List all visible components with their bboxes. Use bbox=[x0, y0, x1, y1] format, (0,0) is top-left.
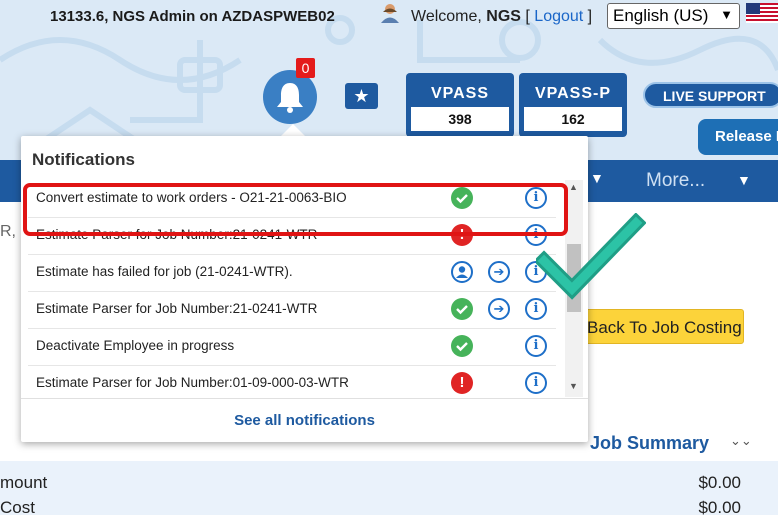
welcome-text: Welcome, NGS [ Logout ] bbox=[411, 8, 592, 26]
bell-icon bbox=[277, 83, 303, 113]
notification-text: Estimate Parser for Job Number:01-09-000… bbox=[36, 375, 349, 390]
vpass-button[interactable]: VPASS 398 bbox=[406, 73, 514, 137]
notification-count-badge: 0 bbox=[296, 58, 315, 78]
us-flag-icon[interactable] bbox=[746, 3, 778, 23]
back-to-job-costing-button[interactable]: Back To Job Costing bbox=[580, 309, 744, 344]
welcome-user: NGS bbox=[486, 8, 521, 25]
arrow-right-icon[interactable]: ➔ bbox=[488, 298, 510, 320]
summary-row-label: Cost bbox=[0, 498, 35, 517]
version-label: 13133.6, NGS Admin on AZDASPWEB02 bbox=[50, 8, 335, 25]
error-alert-icon: ! bbox=[451, 372, 473, 394]
scroll-down-icon[interactable]: ▼ bbox=[569, 381, 578, 391]
release-notes-button[interactable]: Release N bbox=[698, 119, 778, 155]
language-value: English (US) bbox=[613, 6, 709, 25]
logout-link[interactable]: Logout bbox=[534, 8, 583, 25]
notification-text: Deactivate Employee in progress bbox=[36, 338, 235, 353]
scroll-up-icon[interactable]: ▲ bbox=[569, 182, 578, 192]
success-check-icon bbox=[451, 298, 473, 320]
nav-dropdown-caret-icon[interactable]: ▼ bbox=[590, 170, 604, 186]
see-all-notifications-link[interactable]: See all notifications bbox=[21, 398, 588, 443]
language-select[interactable]: English (US) ▼ bbox=[607, 3, 740, 29]
notification-bell-button[interactable] bbox=[263, 70, 317, 124]
success-check-icon bbox=[451, 335, 473, 357]
user-circle-icon[interactable] bbox=[451, 261, 473, 283]
live-support-button[interactable]: LIVE SUPPORT bbox=[643, 82, 778, 108]
arrow-right-icon[interactable]: ➔ bbox=[488, 261, 510, 283]
logout-close-bracket: ] bbox=[583, 8, 593, 25]
summary-row-value: $0.00 bbox=[698, 473, 741, 492]
notification-item[interactable]: Estimate Parser for Job Number:21-0241-W… bbox=[28, 291, 556, 329]
summary-row-value: $0.00 bbox=[698, 498, 741, 517]
vpass-count: 398 bbox=[411, 107, 509, 131]
large-checkmark-icon bbox=[536, 213, 646, 300]
job-summary-title: Job Summary bbox=[590, 433, 710, 453]
star-icon: ★ bbox=[353, 86, 370, 106]
info-icon[interactable]: i bbox=[525, 372, 547, 394]
notification-item[interactable]: Estimate Parser for Job Number:01-09-000… bbox=[28, 365, 556, 397]
left-text-fragment: R, bbox=[0, 223, 16, 240]
summary-row-label: mount bbox=[0, 473, 48, 492]
highlight-box-annotation bbox=[23, 183, 568, 236]
vpassp-button[interactable]: VPASS-P 162 bbox=[519, 73, 627, 137]
user-icon bbox=[381, 4, 399, 23]
notification-item[interactable]: Deactivate Employee in progress i bbox=[28, 328, 556, 366]
welcome-prefix: Welcome, bbox=[411, 8, 487, 25]
panel-pointer bbox=[281, 124, 305, 136]
info-icon[interactable]: i bbox=[525, 335, 547, 357]
vpass-logo: VPASS bbox=[430, 85, 490, 102]
vpassp-logo: VPASS-P bbox=[534, 85, 612, 102]
notification-item[interactable]: Estimate has failed for job (21-0241-WTR… bbox=[28, 254, 556, 292]
chevron-down-icon: ▼ bbox=[720, 7, 733, 22]
logout-open-bracket: [ bbox=[520, 8, 535, 25]
notifications-panel: Notifications Convert estimate to work o… bbox=[21, 136, 588, 442]
favorites-star-button[interactable]: ★ bbox=[345, 83, 378, 109]
notifications-title: Notifications bbox=[32, 150, 135, 169]
vpassp-count: 162 bbox=[524, 107, 622, 131]
collapse-chevron-icon[interactable]: ⌄⌄ bbox=[730, 433, 752, 449]
notification-text: Estimate Parser for Job Number:21-0241-W… bbox=[36, 301, 318, 316]
nav-more-menu[interactable]: More... bbox=[646, 170, 705, 192]
notification-text: Estimate has failed for job (21-0241-WTR… bbox=[36, 264, 293, 279]
nav-more-caret-icon[interactable]: ▼ bbox=[737, 172, 751, 188]
job-summary-panel bbox=[0, 461, 778, 515]
